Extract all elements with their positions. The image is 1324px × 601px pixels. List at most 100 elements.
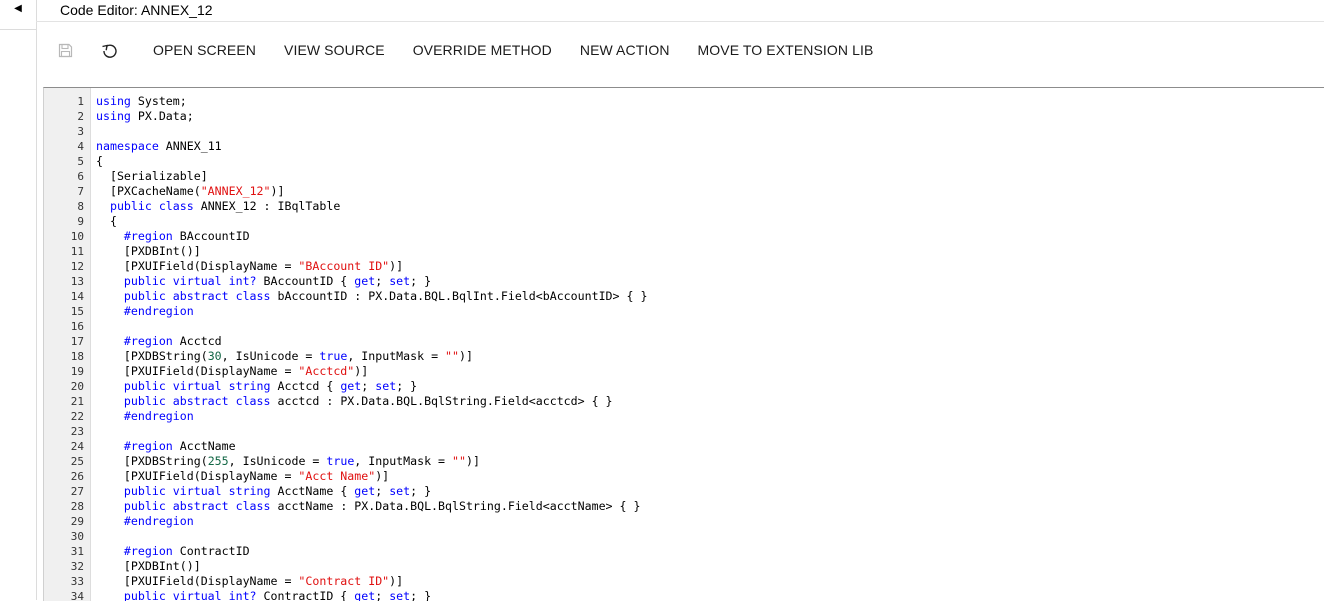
line-text: #region BAccountID <box>123 229 250 243</box>
line-number: 18 <box>70 350 84 363</box>
line-text: [PXUIField(DisplayName = "Contract ID")] <box>96 574 404 588</box>
caret-left-icon: ◀ <box>14 3 22 14</box>
line-text: { <box>96 214 117 228</box>
code-line: 12 [PXUIField(DisplayName = "BAccount ID… <box>44 259 1324 274</box>
open-screen-button[interactable]: OPEN SCREEN <box>139 35 270 65</box>
line-number: 28 <box>70 500 84 513</box>
line-number: 21 <box>70 395 84 408</box>
line-text: #region AcctName <box>123 439 236 453</box>
save-icon <box>58 43 72 57</box>
code-line: 30 <box>44 529 1324 544</box>
line-number: 8 <box>77 200 84 213</box>
line-text: public abstract class acctName : PX.Data… <box>123 499 641 513</box>
code-line: 4 namespace ANNEX_11 <box>44 139 1324 154</box>
override-method-button[interactable]: OVERRIDE METHOD <box>399 35 566 65</box>
code-line: 16 <box>44 319 1324 334</box>
line-text: #endregion <box>123 514 194 528</box>
line-text: [PXUIField(DisplayName = "Acct Name")] <box>96 469 390 483</box>
line-text: public virtual string Acctcd { get; set;… <box>123 379 418 393</box>
line-text: namespace ANNEX_11 <box>96 139 222 153</box>
line-number: 9 <box>77 215 84 228</box>
view-source-button[interactable]: VIEW SOURCE <box>270 35 399 65</box>
code-line: 3 <box>44 124 1324 139</box>
code-line: 15 #endregion <box>44 304 1324 319</box>
code-line: 18 [PXDBString(30, IsUnicode = true, Inp… <box>44 349 1324 364</box>
code-line: 5{ <box>44 154 1324 169</box>
line-text: [Serializable] <box>96 169 208 183</box>
code-line: 34 public virtual int? ContractID { get;… <box>44 589 1324 601</box>
line-text: public virtual int? ContractID { get; se… <box>123 589 432 601</box>
line-number: 10 <box>70 230 84 243</box>
line-text: [PXDBInt()] <box>96 559 201 573</box>
line-number: 30 <box>70 530 84 543</box>
left-panel: ◀ <box>0 0 37 600</box>
line-number: 20 <box>70 380 84 393</box>
code-line: 21 public abstract class acctcd : PX.Dat… <box>44 394 1324 409</box>
undo-icon <box>101 44 117 58</box>
toolbar: OPEN SCREEN VIEW SOURCE OVERRIDE METHOD … <box>36 22 1324 78</box>
line-text: using PX.Data; <box>96 109 194 123</box>
line-number: 31 <box>70 545 84 558</box>
line-number: 22 <box>70 410 84 423</box>
code-line: 14 public abstract class bAccountID : PX… <box>44 289 1324 304</box>
line-text: [PXCacheName("ANNEX_12")] <box>96 184 285 198</box>
code-line: 27 public virtual string AcctName { get;… <box>44 484 1324 499</box>
line-text: #region ContractID <box>123 544 250 558</box>
line-number: 5 <box>77 155 84 168</box>
line-number: 19 <box>70 365 84 378</box>
collapse-panel-button[interactable]: ◀ <box>0 0 36 30</box>
code-line: 22 #endregion <box>44 409 1324 424</box>
line-text: public abstract class bAccountID : PX.Da… <box>123 289 648 303</box>
line-text: using System; <box>96 94 187 108</box>
line-number: 26 <box>70 470 84 483</box>
move-to-extension-lib-button[interactable]: MOVE TO EXTENSION LIB <box>684 35 888 65</box>
code-line: 6 [Serializable] <box>44 169 1324 184</box>
code-line: 2 using PX.Data; <box>44 109 1324 124</box>
line-text: public abstract class acctcd : PX.Data.B… <box>123 394 613 408</box>
code-line: 31 #region ContractID <box>44 544 1324 559</box>
code-line: 10 #region BAccountID <box>44 229 1324 244</box>
line-text: #endregion <box>123 409 194 423</box>
line-number: 16 <box>70 320 84 333</box>
line-number: 34 <box>70 590 84 601</box>
line-number: 33 <box>70 575 84 588</box>
line-number: 11 <box>70 245 84 258</box>
code-line: 19 [PXUIField(DisplayName = "Acctcd")] <box>44 364 1324 379</box>
save-button[interactable] <box>52 37 78 63</box>
line-text: public virtual string AcctName { get; se… <box>123 484 432 498</box>
line-text: #endregion <box>123 304 194 318</box>
line-number: 14 <box>70 290 84 303</box>
line-text: #region Acctcd <box>123 334 222 348</box>
code-line: 28 public abstract class acctName : PX.D… <box>44 499 1324 514</box>
line-text: [PXUIField(DisplayName = "BAccount ID")] <box>96 259 404 273</box>
code-line: 1 using System; <box>44 94 1324 109</box>
code-line: 13 public virtual int? BAccountID { get;… <box>44 274 1324 289</box>
code-line: 8 public class ANNEX_12 : IBqlTable <box>44 199 1324 214</box>
code-area[interactable]: 1 using System; 2 using PX.Data; 3 4 namespace… <box>44 94 1324 601</box>
line-text: { <box>96 154 103 168</box>
line-text: [PXDBString(255, IsUnicode = true, Input… <box>96 454 480 468</box>
line-text: [PXDBString(30, IsUnicode = true, InputM… <box>96 349 473 363</box>
code-line: 25 [PXDBString(255, IsUnicode = true, In… <box>44 454 1324 469</box>
line-number: 24 <box>70 440 84 453</box>
line-number: 23 <box>70 425 84 438</box>
line-number: 4 <box>77 140 84 153</box>
line-text: [PXDBInt()] <box>96 244 201 258</box>
code-line: 7 [PXCacheName("ANNEX_12")] <box>44 184 1324 199</box>
line-number: 15 <box>70 305 84 318</box>
new-action-button[interactable]: NEW ACTION <box>566 35 684 65</box>
line-number: 17 <box>70 335 84 348</box>
line-text: public virtual int? BAccountID { get; se… <box>123 274 432 288</box>
line-text: public class ANNEX_12 : IBqlTable <box>109 199 341 213</box>
line-number: 1 <box>77 95 84 108</box>
line-number: 6 <box>77 170 84 183</box>
code-line: 32 [PXDBInt()] <box>44 559 1324 574</box>
line-number: 32 <box>70 560 84 573</box>
line-number: 25 <box>70 455 84 468</box>
code-line: 29 #endregion <box>44 514 1324 529</box>
code-line: 26 [PXUIField(DisplayName = "Acct Name")… <box>44 469 1324 484</box>
undo-button[interactable] <box>96 37 122 63</box>
code-line: 20 public virtual string Acctcd { get; s… <box>44 379 1324 394</box>
code-editor[interactable]: 1 using System; 2 using PX.Data; 3 4 namespace… <box>43 87 1324 601</box>
code-line: 33 [PXUIField(DisplayName = "Contract ID… <box>44 574 1324 589</box>
